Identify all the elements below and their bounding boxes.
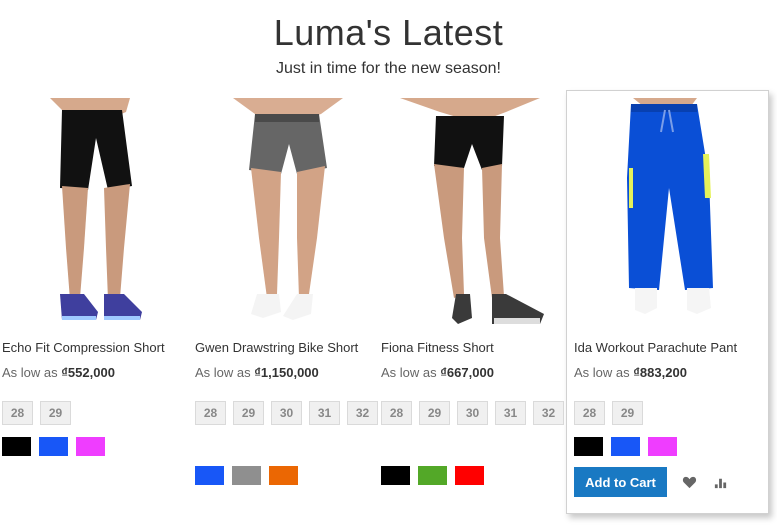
- price-prefix: As low as: [574, 365, 630, 380]
- color-swatch-black[interactable]: [574, 437, 603, 456]
- color-swatch-blue[interactable]: [39, 437, 68, 456]
- size-swatch[interactable]: 29: [40, 401, 71, 425]
- product-image-echo-fit[interactable]: [0, 98, 190, 330]
- product-actions: Add to Cart: [574, 467, 729, 497]
- heart-icon[interactable]: [680, 473, 698, 491]
- size-swatch[interactable]: 30: [271, 401, 302, 425]
- size-swatch[interactable]: 28: [381, 401, 412, 425]
- bar-chart-icon[interactable]: [711, 473, 729, 491]
- price-prefix: As low as: [381, 365, 437, 380]
- color-swatch-black[interactable]: [2, 437, 31, 456]
- block-title: Luma's Latest: [273, 12, 504, 53]
- product-name-link[interactable]: Echo Fit Compression Short: [2, 340, 165, 355]
- price-value: ₫667,000: [440, 365, 494, 380]
- size-swatch[interactable]: 29: [233, 401, 264, 425]
- price-value: ₫883,200: [633, 365, 687, 380]
- size-swatch[interactable]: 30: [457, 401, 488, 425]
- block-heading: Luma's Latest Just in time for the new s…: [0, 12, 777, 78]
- product-price: As low as ₫1,150,000: [195, 365, 319, 380]
- block-subtitle: Just in time for the new season!: [276, 60, 501, 77]
- product-grid: Echo Fit Compression Short As low as ₫55…: [0, 90, 777, 528]
- size-swatch[interactable]: 32: [533, 401, 564, 425]
- size-swatch[interactable]: 28: [574, 401, 605, 425]
- product-price: As low as ₫883,200: [574, 365, 687, 380]
- size-swatch[interactable]: 32: [347, 401, 378, 425]
- size-options: 28 29: [574, 401, 764, 431]
- add-to-cart-button[interactable]: Add to Cart: [574, 467, 667, 497]
- color-swatch-purple[interactable]: [648, 437, 677, 456]
- size-swatch[interactable]: 31: [309, 401, 340, 425]
- color-options: [2, 437, 113, 456]
- product-price: As low as ₫667,000: [381, 365, 494, 380]
- product-item-hovered: Ida Workout Parachute Pant As low as ₫88…: [566, 90, 769, 514]
- size-swatch[interactable]: 31: [495, 401, 526, 425]
- color-options: [574, 437, 685, 456]
- color-options: [195, 466, 306, 485]
- color-swatch-red[interactable]: [455, 466, 484, 485]
- size-swatch[interactable]: 28: [195, 401, 226, 425]
- color-swatch-orange[interactable]: [269, 466, 298, 485]
- size-options: 28 29: [2, 401, 192, 431]
- color-swatch-blue[interactable]: [611, 437, 640, 456]
- product-image-fiona[interactable]: [380, 98, 570, 330]
- product-image-ida[interactable]: [573, 98, 763, 330]
- price-value: ₫552,000: [61, 365, 115, 380]
- color-swatch-gray[interactable]: [232, 466, 261, 485]
- product-price: As low as ₫552,000: [2, 365, 115, 380]
- size-swatch[interactable]: 29: [419, 401, 450, 425]
- size-swatch[interactable]: 29: [612, 401, 643, 425]
- product-name-link[interactable]: Fiona Fitness Short: [381, 340, 494, 355]
- price-prefix: As low as: [2, 365, 58, 380]
- color-swatch-purple[interactable]: [76, 437, 105, 456]
- size-options: 28 29 30 31 32: [195, 401, 385, 431]
- product-name-link[interactable]: Gwen Drawstring Bike Short: [195, 340, 358, 355]
- color-swatch-black[interactable]: [381, 466, 410, 485]
- price-prefix: As low as: [195, 365, 251, 380]
- size-swatch[interactable]: 28: [2, 401, 33, 425]
- product-image-gwen[interactable]: [193, 98, 383, 330]
- color-swatch-blue[interactable]: [195, 466, 224, 485]
- product-name-link[interactable]: Ida Workout Parachute Pant: [574, 340, 737, 355]
- color-options: [381, 466, 492, 485]
- price-value: ₫1,150,000: [254, 365, 319, 380]
- color-swatch-green[interactable]: [418, 466, 447, 485]
- size-options: 28 29 30 31 32: [381, 401, 571, 431]
